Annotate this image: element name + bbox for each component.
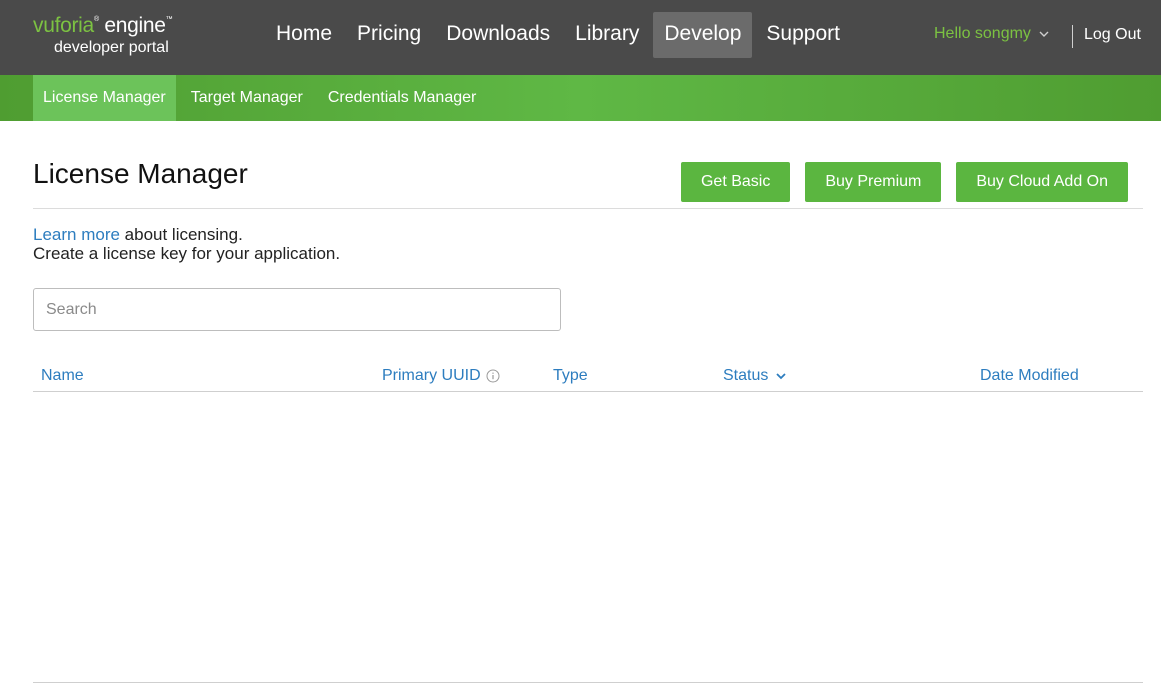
user-menu[interactable]: Hello songmy: [934, 25, 1051, 43]
vuforia-logo[interactable]: vuforia® engine™ developer portal: [33, 14, 193, 64]
column-header-primary-uuid[interactable]: Primary UUID: [382, 367, 500, 385]
column-label-primary-uuid: Primary UUID: [382, 367, 481, 384]
logo-wordmark: vuforia® engine™: [33, 14, 173, 38]
info-icon[interactable]: [486, 369, 500, 383]
logo-subtitle: developer portal: [54, 39, 169, 56]
page-actions: Get Basic Buy Premium Buy Cloud Add On: [666, 162, 1128, 202]
intro-line-1-rest: about licensing.: [119, 225, 243, 244]
column-label-type: Type: [553, 367, 588, 384]
sub-nav: License Manager Target Manager Credentia…: [33, 75, 491, 121]
subnav-license-manager[interactable]: License Manager: [33, 75, 176, 121]
logo-brand: vuforia: [33, 14, 94, 37]
column-label-date-modified: Date Modified: [980, 367, 1079, 384]
nav-pricing[interactable]: Pricing: [346, 12, 432, 58]
get-basic-button[interactable]: Get Basic: [680, 162, 791, 202]
buy-premium-button[interactable]: Buy Premium: [805, 162, 942, 202]
main-nav: Home Pricing Downloads Library Develop S…: [265, 12, 854, 58]
buy-cloud-add-on-button[interactable]: Buy Cloud Add On: [956, 162, 1128, 202]
column-header-status[interactable]: Status: [723, 367, 788, 385]
search-input[interactable]: [33, 288, 561, 331]
column-header-name[interactable]: Name: [41, 367, 84, 385]
nav-downloads[interactable]: Downloads: [435, 12, 561, 58]
logo-product: engine: [104, 14, 166, 37]
column-header-date-modified[interactable]: Date Modified: [980, 367, 1079, 385]
title-divider: [33, 208, 1143, 209]
page-title: License Manager: [33, 158, 248, 189]
nav-library[interactable]: Library: [564, 12, 650, 58]
intro-text: Learn more about licensing. Create a lic…: [33, 225, 340, 263]
chevron-down-icon: [774, 369, 788, 383]
column-header-type[interactable]: Type: [553, 367, 588, 385]
learn-more-link[interactable]: Learn more: [33, 225, 120, 244]
column-label-name: Name: [41, 367, 84, 384]
column-label-status: Status: [723, 367, 769, 384]
top-header: vuforia® engine™ developer portal Home P…: [0, 0, 1161, 75]
logout-link[interactable]: Log Out: [1084, 26, 1141, 44]
subnav-target-manager[interactable]: Target Manager: [181, 75, 313, 121]
sub-nav-bar: License Manager Target Manager Credentia…: [0, 75, 1161, 121]
nav-develop[interactable]: Develop: [653, 12, 753, 58]
user-greeting: Hello songmy: [934, 25, 1031, 42]
subnav-credentials-manager[interactable]: Credentials Manager: [318, 75, 487, 121]
license-table-header: Name Primary UUID Type Status Date Modif…: [33, 362, 1143, 392]
logo-tm: ™: [165, 16, 173, 23]
intro-line-2: Create a license key for your applicatio…: [33, 244, 341, 263]
chevron-down-icon: [1037, 27, 1051, 41]
header-divider: [1072, 25, 1073, 48]
logo-trademark: ®: [93, 16, 99, 23]
nav-home[interactable]: Home: [265, 12, 343, 58]
table-bottom-divider: [33, 682, 1143, 683]
intro-line-1: Learn more about licensing.: [33, 225, 340, 244]
nav-support[interactable]: Support: [755, 12, 851, 58]
